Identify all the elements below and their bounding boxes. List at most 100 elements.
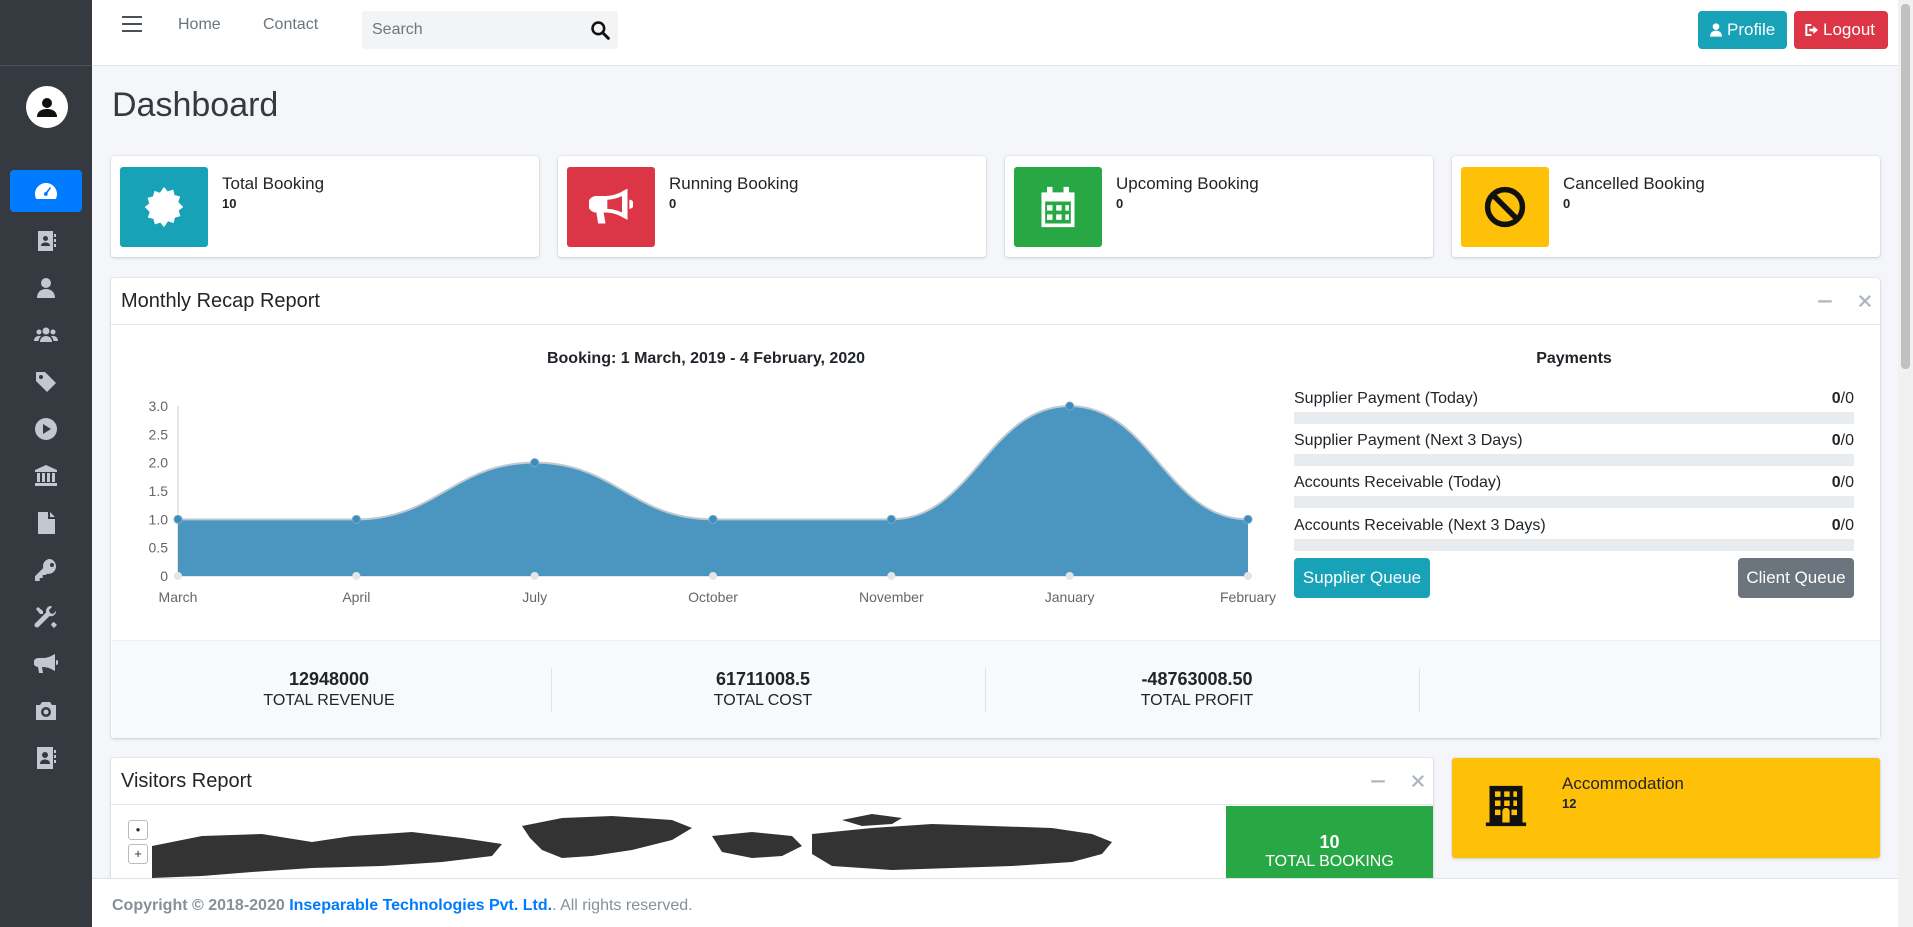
- user-icon: [1710, 23, 1722, 37]
- x-tick-label: October: [688, 589, 738, 605]
- info-box-label: Running Booking: [669, 174, 799, 193]
- copyright-suffix: . All rights reserved.: [552, 897, 693, 914]
- certificate-icon: [144, 186, 184, 228]
- payment-label: Accounts Receivable (Today): [1294, 474, 1502, 491]
- nav-home-link[interactable]: Home: [178, 16, 221, 34]
- user-icon: [37, 277, 55, 298]
- menu-toggle-button[interactable]: [122, 16, 142, 34]
- data-point: [708, 514, 718, 524]
- card-header: Visitors Report: [111, 758, 1433, 805]
- sidebar-item-tags[interactable]: [0, 358, 92, 405]
- card-title: Visitors Report: [121, 770, 252, 792]
- baseline-point: [887, 572, 896, 580]
- payment-value: 0/0: [1832, 474, 1854, 492]
- info-box-icon-bg: [1014, 167, 1102, 247]
- stat-value: -48763008.50: [1141, 669, 1253, 689]
- page-scrollbar[interactable]: [1898, 0, 1913, 927]
- payment-progress-bar: [1294, 454, 1854, 466]
- minus-icon[interactable]: [1369, 772, 1387, 790]
- minus-icon[interactable]: [1816, 292, 1834, 310]
- nav-contact-link[interactable]: Contact: [263, 16, 318, 34]
- info-box-value: 12: [1562, 796, 1577, 811]
- page-title: Dashboard: [112, 86, 279, 124]
- stat-divider: [1419, 668, 1420, 712]
- info-box-cancelled-booking[interactable]: Cancelled Booking 0: [1452, 156, 1880, 257]
- scrollbar-thumb[interactable]: [1901, 4, 1910, 369]
- info-box-label: Upcoming Booking: [1116, 174, 1259, 193]
- profile-button[interactable]: Profile: [1698, 11, 1787, 49]
- baseline-point: [174, 572, 182, 580]
- users-icon: [34, 327, 58, 342]
- logout-button-label: Logout: [1823, 20, 1875, 39]
- payments-title: Payments: [1536, 350, 1612, 367]
- data-point: [173, 514, 183, 524]
- total-booking-value: 10: [1319, 832, 1340, 852]
- y-tick-label: 1.5: [149, 483, 169, 499]
- tools-icon: [34, 605, 57, 628]
- dashboard-gauge-icon: [35, 183, 57, 199]
- sidebar-item-dashboard[interactable]: [10, 170, 82, 212]
- info-box-label: Cancelled Booking: [1563, 174, 1705, 193]
- client-queue-button[interactable]: Client Queue: [1738, 558, 1854, 598]
- y-tick-label: 1.0: [149, 511, 169, 527]
- y-tick-label: 2.0: [149, 455, 169, 471]
- sidebar-item-gallery[interactable]: [0, 687, 92, 734]
- payment-total: /0: [1840, 432, 1854, 449]
- map-zoom-reset-button[interactable]: •: [128, 820, 148, 840]
- address-book-icon: [38, 230, 56, 251]
- copyright-prefix: Copyright © 2018-2020: [112, 897, 290, 914]
- search-icon[interactable]: [590, 20, 610, 40]
- sidebar-item-tools[interactable]: [0, 593, 92, 640]
- play-circle-icon: [35, 417, 57, 440]
- total-booking-label: TOTAL BOOKING: [1265, 853, 1394, 870]
- sidebar-item-files[interactable]: [0, 499, 92, 546]
- baseline-point: [1244, 572, 1252, 580]
- x-tick-label: April: [342, 589, 370, 605]
- file-icon: [38, 511, 55, 534]
- sidebar-item-media[interactable]: [0, 405, 92, 452]
- map-zoom-in-button[interactable]: +: [128, 844, 148, 864]
- stat-label: TOTAL REVENUE: [263, 692, 395, 709]
- sidebar-item-keys[interactable]: [0, 546, 92, 593]
- info-box-accommodation[interactable]: Accommodation 12: [1452, 758, 1880, 858]
- booking-area-chart: 0 0.5 1.0 1.5 2.0 2.5 3.0 March April July October…: [149, 398, 1276, 605]
- world-map[interactable]: • +: [112, 806, 1226, 878]
- x-tick-label: July: [522, 589, 547, 605]
- baseline-point: [1065, 572, 1074, 580]
- sidebar-item-marketing[interactable]: [0, 640, 92, 687]
- payment-value: 0/0: [1832, 432, 1854, 450]
- payment-row-receivable-today: Accounts Receivable (Today) 0/0: [1294, 474, 1854, 508]
- footer: Copyright © 2018-2020 Inseparable Techno…: [92, 878, 1913, 927]
- y-tick-label: 0: [160, 568, 168, 584]
- sidebar-item-bookings[interactable]: [0, 217, 92, 264]
- company-link[interactable]: Inseparable Technologies Pvt. Ltd.: [289, 897, 552, 914]
- tag-icon: [36, 371, 56, 392]
- close-icon[interactable]: [1856, 292, 1874, 310]
- info-box-total-booking[interactable]: Total Booking 10: [111, 156, 539, 257]
- info-box-icon-bg: [567, 167, 655, 247]
- supplier-queue-button[interactable]: Supplier Queue: [1294, 558, 1430, 598]
- info-box-upcoming-booking[interactable]: Upcoming Booking 0: [1005, 156, 1433, 257]
- data-point: [530, 458, 540, 468]
- stat-value: 12948000: [288, 669, 370, 689]
- logout-button[interactable]: Logout: [1794, 11, 1888, 49]
- card-header: Monthly Recap Report: [111, 278, 1880, 325]
- payment-row-receivable-next3: Accounts Receivable (Next 3 Days) 0/0: [1294, 517, 1854, 551]
- payment-done: 0: [1831, 474, 1841, 491]
- chart-title: Booking: 1 March, 2019 - 4 February, 202…: [546, 350, 866, 367]
- payment-total: /0: [1840, 474, 1854, 491]
- sidebar-item-user[interactable]: [0, 264, 92, 311]
- sidebar-item-users[interactable]: [0, 311, 92, 358]
- x-tick-label: March: [159, 589, 198, 605]
- payment-total: /0: [1840, 517, 1854, 534]
- info-box-icon-bg: [1461, 167, 1549, 247]
- info-box-running-booking[interactable]: Running Booking 0: [558, 156, 986, 257]
- search-input[interactable]: [362, 11, 572, 49]
- copyright-text: Copyright © 2018-2020 Inseparable Techno…: [112, 897, 693, 915]
- user-avatar[interactable]: [26, 86, 68, 128]
- sidebar-item-contacts[interactable]: [0, 734, 92, 781]
- payment-row-supplier-today: Supplier Payment (Today) 0/0: [1294, 390, 1854, 424]
- sidebar-item-bank[interactable]: [0, 452, 92, 499]
- baseline-point: [709, 572, 717, 580]
- close-icon[interactable]: [1409, 772, 1427, 790]
